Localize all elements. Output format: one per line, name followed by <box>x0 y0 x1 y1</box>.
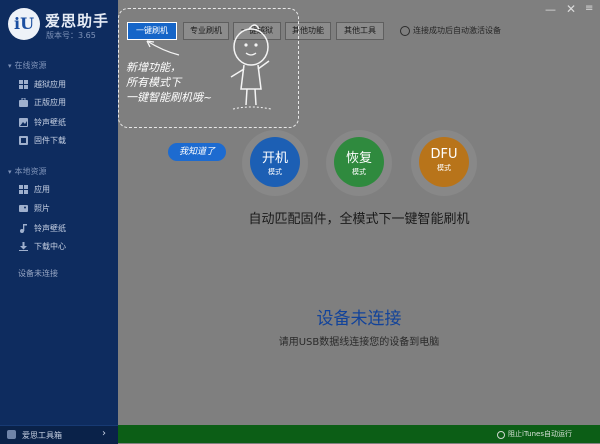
brand-name: 爱思助手 <box>45 12 110 30</box>
mode-title: DFU <box>430 147 458 162</box>
not-connected-description: 请用USB数据线连接您的设备到电脑 <box>278 337 440 348</box>
mascot-illustration <box>230 24 272 110</box>
sidebar-item-label: 越狱应用 <box>34 80 66 89</box>
sidebar-item-photos[interactable]: 照片 <box>19 202 50 216</box>
block-itunes-label: 阻止iTunes自动运行 <box>508 430 572 438</box>
sidebar-item-label: 正版应用 <box>34 98 66 107</box>
minimize-icon[interactable]: — <box>545 3 556 16</box>
app-window: iU 爱思助手 版本号：3.65 ▾ 在线资源 越狱应用 正版应用 铃声壁纸 固件… <box>0 0 600 444</box>
sidebar-item-jailbreak-apps[interactable]: 越狱应用 <box>19 78 66 92</box>
tooltip-text: 新增功能， 所有模式下 一键智能刷机哦~ <box>126 61 213 104</box>
section-local-header[interactable]: ▾ 本地资源 <box>8 166 47 177</box>
sidebar-item-wallpaper[interactable]: 铃声壁纸 <box>19 116 66 130</box>
auto-activate-checkbox[interactable] <box>400 26 410 36</box>
sidebar-item-label: 下载中心 <box>34 242 66 251</box>
logo-icon: iU <box>8 8 40 40</box>
toolbox-label: 爱思工具箱 <box>22 431 62 440</box>
store-icon <box>19 98 28 107</box>
menu-icon[interactable]: ≡ <box>585 3 593 14</box>
sidebar: iU 爱思助手 版本号：3.65 ▾ 在线资源 越狱应用 正版应用 铃声壁纸 固件… <box>0 0 118 444</box>
sidebar-item-label: 照片 <box>34 204 50 213</box>
sidebar-item-label: 铃声壁纸 <box>34 118 66 127</box>
not-connected-title: 设备未连接 <box>316 309 402 329</box>
auto-activate-label: 连接成功后自动激活设备 <box>413 26 501 35</box>
wallpaper-icon <box>19 118 28 127</box>
toolbox-button[interactable]: 爱思工具箱 › <box>0 425 118 444</box>
tab-other-tools[interactable]: 其他工具 <box>336 22 384 40</box>
firmware-icon <box>19 136 28 145</box>
mode-title: 开机 <box>261 151 288 166</box>
apps-icon <box>19 80 28 89</box>
mode-subtitle: 模式 <box>352 168 366 176</box>
version-label: 版本号：3.65 <box>46 31 96 40</box>
sidebar-item-ringtone[interactable]: 铃声壁纸 <box>19 222 66 236</box>
section-online-header[interactable]: ▾ 在线资源 <box>8 60 47 71</box>
dfu-mode-button[interactable]: DFU 模式 <box>419 137 469 187</box>
sidebar-item-label: 固件下载 <box>34 136 66 145</box>
sidebar-item-firmware[interactable]: 固件下载 <box>19 134 66 148</box>
block-itunes-checkbox[interactable] <box>497 431 505 439</box>
mode-subtitle: 模式 <box>437 164 451 172</box>
sidebar-item-apps[interactable]: 应用 <box>19 183 50 197</box>
collapse-triangle-icon: ▾ <box>8 168 12 176</box>
pointer-arrow-icon <box>146 40 180 56</box>
collapse-triangle-icon: ▾ <box>8 62 12 70</box>
app-icon <box>19 185 28 194</box>
tagline: 自动匹配固件，全模式下一键智能刷机 <box>248 212 470 227</box>
got-it-button[interactable]: 我知道了 <box>168 143 226 161</box>
sidebar-item-label: 铃声壁纸 <box>34 224 66 233</box>
mode-title: 恢复 <box>345 151 372 166</box>
device-status-label: 设备未连接 <box>18 269 58 278</box>
sidebar-item-label: 应用 <box>34 185 50 194</box>
close-icon[interactable]: ✕ <box>566 2 576 16</box>
mode-subtitle: 模式 <box>268 168 282 176</box>
sidebar-item-official-apps[interactable]: 正版应用 <box>19 96 66 110</box>
sidebar-item-downloads[interactable]: 下载中心 <box>19 240 66 254</box>
chevron-right-icon: › <box>102 428 106 439</box>
normal-mode-button[interactable]: 开机 模式 <box>250 137 300 187</box>
photo-icon <box>19 204 28 213</box>
ringtone-icon <box>19 224 28 233</box>
toolbox-icon <box>7 430 16 439</box>
download-icon <box>19 242 28 251</box>
recovery-mode-button[interactable]: 恢复 模式 <box>334 137 384 187</box>
